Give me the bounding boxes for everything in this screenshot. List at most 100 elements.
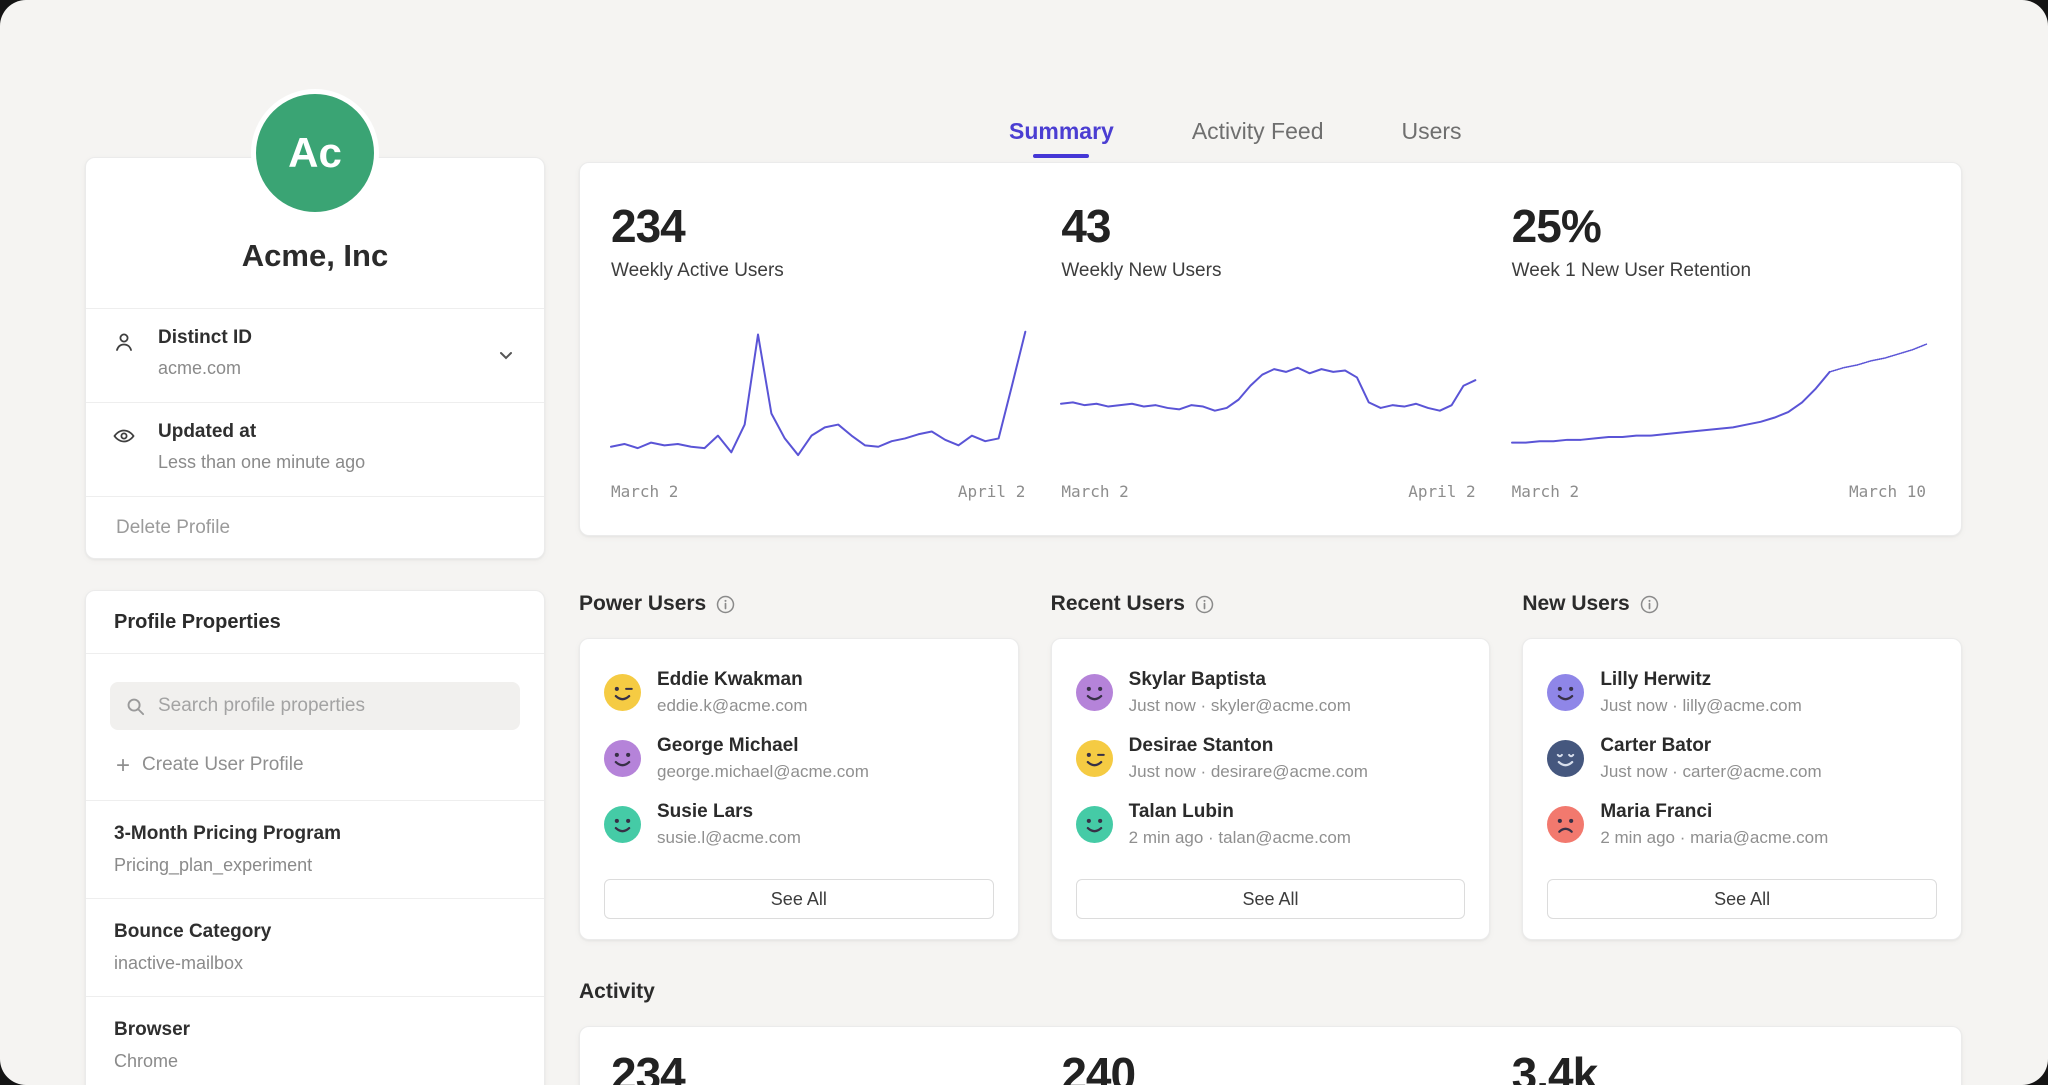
user-name: George Michael [657,735,869,757]
profile-summary-card: Acme, Inc Distinct ID acme.com [85,157,545,559]
updated-at-value: Less than one minute ago [158,452,365,473]
user-name: Desirae Stanton [1129,735,1368,757]
activity-stat-value: 234 [611,1047,1025,1085]
main-content: Summary Activity Feed Users 234 Weekly Acti… [579,104,1962,1085]
user-avatar [604,806,641,843]
chevron-down-icon[interactable] [496,345,516,370]
user-text: Carter Bator Just now · carter@acme.com [1600,735,1821,782]
sparkline-chart [1061,316,1475,470]
distinct-id-label: Distinct ID [158,327,252,349]
info-icon[interactable] [1195,595,1214,614]
section-title: Power Users [579,592,706,616]
user-meta: Just now · carter@acme.com [1600,762,1821,782]
user-row-eddie-kwakman[interactable]: Eddie Kwakman eddie.k@acme.com [604,669,994,716]
eye-icon [112,421,158,496]
plus-icon: + [116,756,130,775]
user-meta: eddie.k@acme.com [657,696,808,716]
property-item-browser[interactable]: Browser Chrome [86,997,544,1085]
sparkline-chart [1512,316,1926,470]
property-item-bounce-category[interactable]: Bounce Categoryinactive-mailbox [86,899,544,997]
user-row-carter-bator[interactable]: Carter Bator Just now · carter@acme.com [1547,735,1937,782]
user-list-card: Lilly HerwitzJust now · lilly@acme.com Ca… [1522,638,1962,940]
section-recent-users: Recent Users Skylar Baptista Just now · sk… [1051,584,1491,940]
section-header: New Users [1522,584,1962,624]
section-header: Recent Users [1051,584,1491,624]
user-avatar [604,674,641,711]
stat-value: 43 [1061,199,1475,253]
profile-properties-card: Profile Properties + Create User Profile… [85,590,545,1085]
section-header: Power Users [579,584,1019,624]
user-name: Susie Lars [657,801,801,823]
user-row-maria-franci[interactable]: Maria Franci2 min ago · maria@acme.com [1547,801,1937,848]
activity-stat-column: 3.4k [1512,1047,1926,1085]
see-all-button[interactable]: See All [1076,879,1466,919]
user-list-card: Eddie Kwakman eddie.k@acme.com George Mich… [579,638,1019,940]
tab-summary[interactable]: Summary [1009,118,1114,158]
user-text: Eddie Kwakman eddie.k@acme.com [657,669,808,716]
user-name: Carter Bator [1600,735,1821,757]
stat-value: 25% [1512,199,1926,253]
user-row-desirae-stanton[interactable]: Desirae StantonJust now · desirare@acme.… [1076,735,1466,782]
distinct-id-row[interactable]: Distinct ID acme.com [86,308,544,402]
user-meta: 2 min ago · talan@acme.com [1129,828,1351,848]
info-icon[interactable] [716,595,735,614]
user-text: Maria Franci2 min ago · maria@acme.com [1600,801,1828,848]
user-avatar [1547,674,1584,711]
activity-stat-value: 240 [1061,1047,1475,1085]
tab-users[interactable]: Users [1401,118,1461,158]
axis-tick-start: March 2 [1061,482,1128,501]
person-icon [112,327,158,402]
stat-column-week-1-new-user-retention: 25% Week 1 New User Retention March 2 March… [1512,199,1926,535]
property-label: 3-Month Pricing Program [114,823,516,845]
user-meta: Just now · skyler@acme.com [1129,696,1351,716]
user-avatar [1076,806,1113,843]
search-input[interactable] [110,682,520,730]
user-row-lilly-herwitz[interactable]: Lilly HerwitzJust now · lilly@acme.com [1547,669,1937,716]
chart-axis: March 2 April 2 [1061,482,1475,501]
property-item-3-month-pricing-program[interactable]: 3-Month Pricing Program Pricing_plan_expe… [86,801,544,899]
profile-properties-list: 3-Month Pricing Program Pricing_plan_expe… [86,801,544,1085]
search-icon [125,696,146,722]
create-user-profile-button[interactable]: + Create User Profile [86,730,544,801]
user-row-skylar-baptista[interactable]: Skylar Baptista Just now · skyler@acme.co… [1076,669,1466,716]
company-avatar-initials: Ac [288,129,342,177]
property-value: inactive-mailbox [114,953,516,974]
user-text: Skylar Baptista Just now · skyler@acme.co… [1129,669,1351,716]
user-avatar [1076,674,1113,711]
stat-label: Weekly Active Users [611,260,1025,282]
left-sidebar: Ac Acme, Inc Distinct ID acme.com [85,89,545,1085]
section-title: New Users [1522,592,1629,616]
axis-tick-end: April 2 [1408,482,1475,501]
property-value: Chrome [114,1051,516,1072]
company-avatar: Ac [251,89,379,217]
tab-activity-feed[interactable]: Activity Feed [1192,118,1324,158]
user-text: Talan Lubin2 min ago · talan@acme.com [1129,801,1351,848]
chart-axis: March 2 April 2 [611,482,1025,501]
axis-tick-end: April 2 [958,482,1025,501]
user-name: Skylar Baptista [1129,669,1351,691]
activity-stat-column: 234 [611,1047,1025,1085]
user-meta: Just now · lilly@acme.com [1600,696,1801,716]
info-icon[interactable] [1640,595,1659,614]
see-all-button[interactable]: See All [604,879,994,919]
axis-tick-start: March 2 [611,482,678,501]
property-value: Pricing_plan_experiment [114,855,516,876]
delete-profile-button[interactable]: Delete Profile [86,496,544,558]
user-text: George Michael george.michael@acme.com [657,735,869,782]
stat-column-weekly-active-users: 234 Weekly Active Users March 2 April 2 [611,199,1025,535]
section-title: Recent Users [1051,592,1185,616]
activity-stat-value: 3.4k [1512,1047,1926,1085]
user-name: Eddie Kwakman [657,669,808,691]
user-row-talan-lubin[interactable]: Talan Lubin2 min ago · talan@acme.com [1076,801,1466,848]
user-meta: george.michael@acme.com [657,762,869,782]
stat-value: 234 [611,199,1025,253]
property-label: Browser [114,1019,516,1041]
user-row-george-michael[interactable]: George Michael george.michael@acme.com [604,735,994,782]
user-list-card: Skylar Baptista Just now · skyler@acme.co… [1051,638,1491,940]
axis-tick-start: March 2 [1512,482,1579,501]
axis-tick-end: March 10 [1849,482,1926,501]
user-row-susie-lars[interactable]: Susie Larssusie.l@acme.com [604,801,994,848]
updated-at-row: Updated at Less than one minute ago [86,402,544,496]
see-all-button[interactable]: See All [1547,879,1937,919]
stat-label: Week 1 New User Retention [1512,260,1926,282]
